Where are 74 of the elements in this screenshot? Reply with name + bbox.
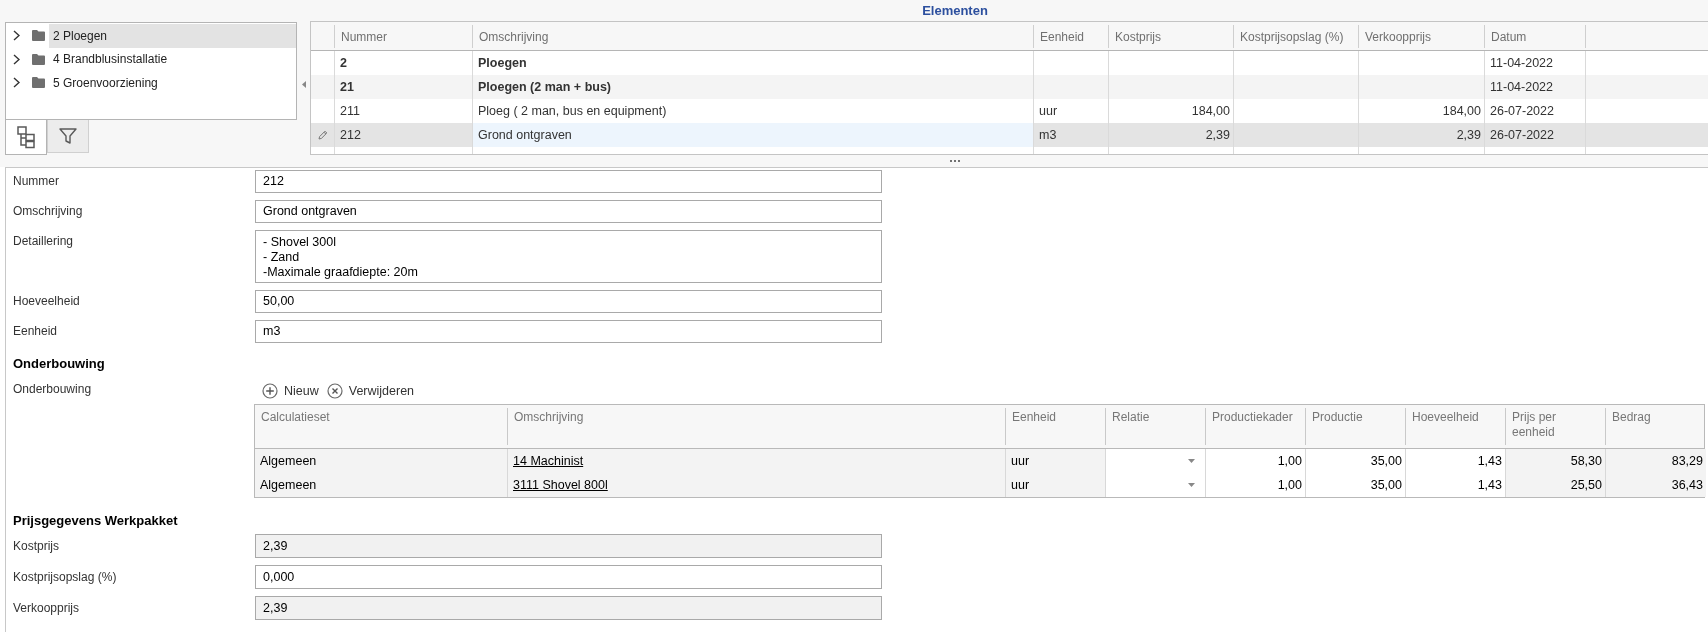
- column-header[interactable]: Datum: [1485, 25, 1586, 48]
- column-header[interactable]: Relatie: [1106, 408, 1206, 445]
- table-cell: 25,50: [1506, 473, 1606, 497]
- tree-item[interactable]: 2 Ploegen: [49, 24, 296, 48]
- input-field[interactable]: 2,39: [255, 596, 882, 620]
- table-cell: uur: [1006, 473, 1106, 497]
- table-row[interactable]: 212 Grond ontgraven m3 2,39 2,39 26-07-2022: [311, 123, 1708, 147]
- tree-view-tab[interactable]: [5, 120, 47, 155]
- table-cell: Algemeen: [255, 473, 508, 497]
- input-field[interactable]: 2,39: [255, 534, 882, 558]
- plus-circle-icon: [262, 383, 278, 399]
- column-header[interactable]: Kostprijsopslag (%): [1234, 25, 1359, 48]
- folder-icon: [32, 77, 45, 89]
- expand-chevron-icon[interactable]: [13, 77, 20, 89]
- field-label: Omschrijving: [13, 203, 84, 220]
- column-header[interactable]: Omschrijving: [473, 25, 1034, 48]
- column-header[interactable]: Productie: [1306, 408, 1406, 445]
- panel-title: Elementen: [922, 3, 988, 18]
- table-row[interactable]: 21 Ploegen (2 man + bus) 11-04-2022: [311, 75, 1708, 99]
- table-cell: Algemeen: [255, 449, 508, 473]
- input-field[interactable]: 212: [255, 170, 882, 193]
- table-cell: 26-07-2022: [1485, 123, 1586, 147]
- filter-icon: [59, 128, 77, 144]
- table-cell: 36,43: [1606, 473, 1706, 497]
- table-cell: m3: [1034, 123, 1109, 147]
- cross-circle-icon: [326, 383, 343, 399]
- filter-tab[interactable]: [47, 120, 89, 153]
- column-header[interactable]: Nummer: [335, 25, 473, 48]
- field-label: Eenheid: [13, 323, 59, 340]
- column-header[interactable]: Kostprijs: [1109, 25, 1234, 48]
- section-heading: Onderbouwing: [13, 356, 106, 372]
- item-link[interactable]: 3111 Shovel 800l: [513, 478, 608, 492]
- pencil-icon: [317, 130, 328, 140]
- table-cell: 2,39: [1359, 123, 1485, 147]
- input-field[interactable]: m3: [255, 320, 882, 343]
- field-label: Kostprijsopslag (%): [13, 569, 118, 586]
- new-button[interactable]: Nieuw: [262, 383, 319, 399]
- tree-structure-icon: [16, 125, 36, 149]
- column-header[interactable]: Hoeveelheid: [1406, 408, 1506, 445]
- left-arrow-icon[interactable]: [301, 80, 306, 88]
- field-label: Nummer: [13, 173, 60, 190]
- tree-item[interactable]: 5 Groenvoorziening: [49, 71, 296, 95]
- table-cell: Grond ontgraven: [473, 123, 1034, 147]
- folder-icon: [32, 53, 45, 65]
- expand-chevron-icon[interactable]: [13, 30, 20, 42]
- input-field[interactable]: 50,00: [255, 290, 882, 313]
- folder-icon: [32, 30, 45, 42]
- section-heading: Prijsgegevens Werkpakket: [13, 513, 179, 529]
- column-header[interactable]: Prijs per eenheid: [1506, 408, 1606, 445]
- input-field[interactable]: 0,000: [255, 565, 882, 589]
- column-header[interactable]: Eenheid: [1034, 25, 1109, 48]
- column-header[interactable]: Omschrijving: [508, 408, 1006, 445]
- column-header[interactable]: Bedrag: [1606, 408, 1706, 445]
- expand-chevron-icon[interactable]: [13, 53, 20, 65]
- field-label: Detaillering: [13, 233, 75, 250]
- table-cell: uur: [1006, 449, 1106, 473]
- dropdown-caret-icon[interactable]: [1188, 483, 1195, 487]
- delete-button[interactable]: Verwijderen: [326, 383, 415, 399]
- field-label: Hoeveelheid: [13, 293, 81, 310]
- table-cell: 2,39: [1109, 123, 1234, 147]
- input-field[interactable]: Grond ontgraven: [255, 200, 882, 223]
- text-area[interactable]: - Shovel 300l - Zand -Maximale graafdiepte: 20m: [255, 230, 882, 283]
- dropdown-caret-icon[interactable]: [1188, 459, 1195, 463]
- column-header[interactable]: Verkoopprijs: [1359, 25, 1485, 48]
- table-cell: 83,29: [1606, 449, 1706, 473]
- column-header[interactable]: Eenheid: [1006, 408, 1106, 445]
- column-header[interactable]: Productiekader: [1206, 408, 1306, 445]
- tree-item[interactable]: 4 Brandblusinstallatie: [49, 47, 296, 71]
- field-label: Onderbouwing: [13, 381, 93, 398]
- table-cell: 58,30: [1506, 449, 1606, 473]
- field-label: Kostprijs: [13, 538, 60, 555]
- field-label: Verkoopprijs: [13, 600, 81, 617]
- column-header[interactable]: Calculatieset: [255, 408, 508, 445]
- item-link[interactable]: 14 Machinist: [513, 454, 584, 468]
